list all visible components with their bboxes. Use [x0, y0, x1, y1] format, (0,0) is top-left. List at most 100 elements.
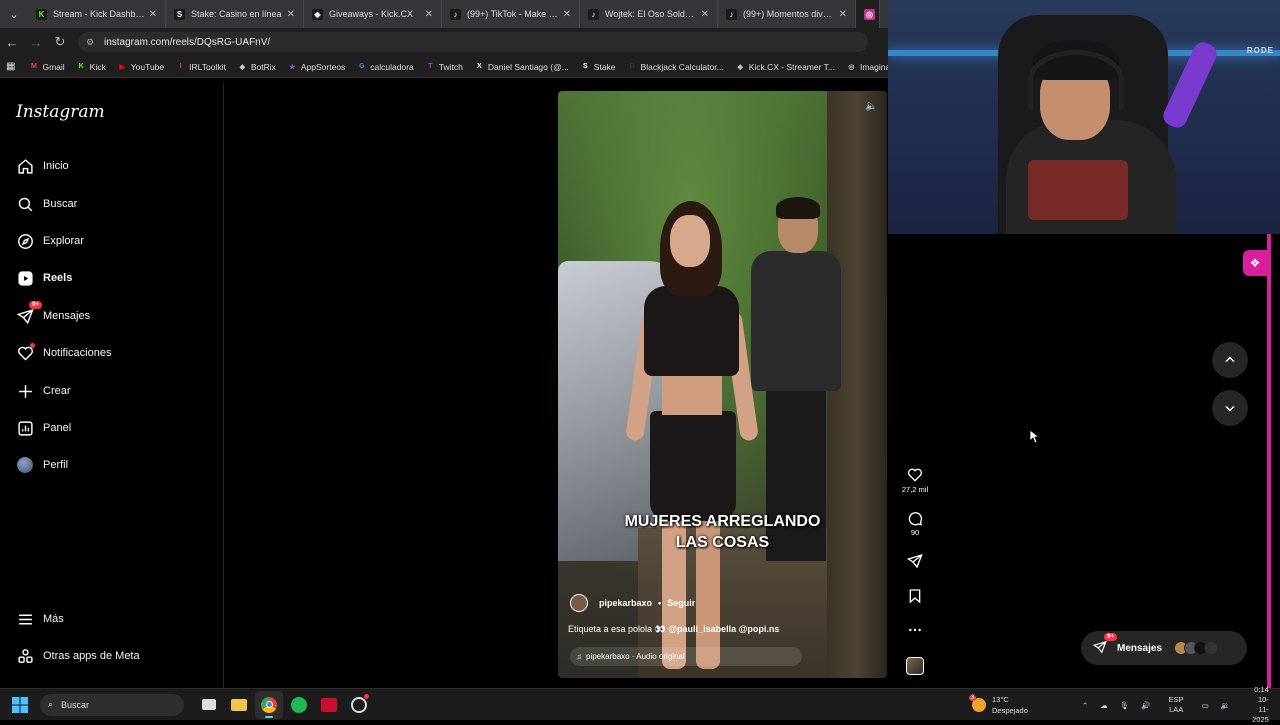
address-bar[interactable]: ⚙ instagram.com/reels/DQsRG-UAFnV/ [78, 32, 868, 52]
nav-buscar[interactable]: Buscar [16, 192, 77, 216]
bookmark-item[interactable]: Gcalculadora [357, 62, 414, 72]
save-action[interactable] [900, 588, 930, 606]
tab-title: Stake: Casino en línea [191, 9, 282, 19]
nav-label: Reels [43, 272, 73, 284]
obs-icon[interactable] [345, 691, 373, 719]
browser-tab[interactable]: S Stake: Casino en línea ✕ [166, 0, 304, 28]
back-button[interactable]: ← [0, 28, 24, 56]
bookmark-item[interactable]: S Stake [581, 62, 616, 72]
browser-tab[interactable]: ◈ Giveaways - Kick.CX ✕ [304, 0, 442, 28]
reels-icon [16, 269, 34, 287]
nav-notificaciones[interactable]: Notificaciones [16, 341, 111, 365]
forward-button[interactable]: → [24, 28, 48, 56]
nav-meta-apps[interactable]: Otras apps de Meta [16, 644, 140, 668]
bookmark-item[interactable]: ▶ YouTube [118, 62, 165, 72]
system-tray: ⌃ ☁ 🎙 🔊 ESP LAA ▭ 🔉 0:14 10-11-2025 [1076, 685, 1280, 724]
description-tags[interactable]: @pauli_isabella @popi.ns [668, 624, 779, 634]
volume-icon[interactable]: 🔈 [865, 101, 877, 113]
like-action[interactable]: 27,2 mil [900, 467, 930, 494]
messages-pill-label: Mensajes [1117, 642, 1163, 654]
chevron-up-icon[interactable]: ⌃ [1082, 701, 1088, 710]
comment-action[interactable]: 90 [900, 510, 930, 537]
taskbar-search[interactable]: ⌕ Buscar [40, 693, 184, 716]
nav-perfil[interactable]: Perfil [16, 453, 68, 477]
bookmark-label: Gmail [42, 61, 65, 72]
instagram-logo[interactable]: Instagram [16, 102, 105, 122]
nav-panel[interactable]: Panel [16, 416, 71, 440]
nav-reels[interactable]: Reels [16, 266, 72, 290]
speaker-icon[interactable]: 🔊 [1141, 701, 1150, 710]
follow-button[interactable]: Seguir [667, 598, 695, 608]
tab-search-chevron-icon[interactable]: ⌄ [0, 0, 28, 28]
bookmark-item[interactable]: B Blackjack Calculator... [628, 62, 724, 72]
tab-close-icon[interactable]: ✕ [563, 9, 571, 20]
nav-mas[interactable]: Más [16, 607, 64, 631]
microphone-icon[interactable]: 🎙 [1120, 701, 1130, 710]
clock[interactable]: 0:14 10-11-2025 [1246, 685, 1275, 725]
browser-tab[interactable]: ◎(9 [856, 0, 880, 28]
bookmark-item[interactable]: ★ AppSorteos [288, 62, 345, 72]
reel-video[interactable]: 🔈 MUJERES ARREGLANDO LAS COSAS pipekarba… [558, 91, 887, 678]
author-avatar[interactable] [570, 594, 588, 612]
author-separator: • [658, 598, 662, 608]
nav-inicio[interactable]: Inicio [16, 154, 69, 178]
nav-mensajes[interactable]: 9+ Mensajes [16, 301, 90, 328]
tab-close-icon[interactable]: ✕ [287, 9, 295, 20]
windows-taskbar: ⌕ Buscar 3 13°C Despejado ⌃ ☁ 🎙 🔊 ESP LA… [0, 685, 1280, 724]
nav-label: Explorar [43, 235, 84, 247]
browser-tab[interactable]: K Stream - Kick Dashboard ✕ [28, 0, 166, 28]
messenger-icon: 9+ [16, 301, 42, 325]
bookmark-item[interactable]: X Daniel Santiago (@... [475, 62, 569, 72]
chrome-icon[interactable] [255, 690, 283, 719]
taskbar-search-label: Buscar [61, 699, 90, 710]
audio-label: pipekarbaxo · Audio original [586, 652, 685, 661]
start-button[interactable] [0, 689, 40, 721]
weather-widget[interactable]: 3 13°C Despejado [969, 689, 1028, 721]
diamond-icon: ❖ [1249, 256, 1261, 270]
nav-explorar[interactable]: Explorar [16, 229, 84, 253]
audio-thumbnail[interactable] [900, 657, 930, 675]
tab-close-icon[interactable]: ✕ [149, 9, 157, 20]
next-reel-button[interactable] [1212, 390, 1248, 426]
weather-sun-icon: 3 [969, 695, 986, 712]
extension-button[interactable]: ❖ [1243, 250, 1267, 276]
nav-label: Otras apps de Meta [43, 650, 140, 662]
bookmark-favicon-icon: B [629, 63, 635, 70]
messages-pill[interactable]: 9+ Mensajes [1081, 631, 1247, 665]
cloud-icon[interactable]: ☁ [1100, 701, 1108, 710]
bookmark-item[interactable]: I IRLToolkit [176, 62, 226, 72]
browser-tab[interactable]: ♪ Wojtek: El Oso Soldado d ✕ [580, 0, 718, 28]
nav-crear[interactable]: Crear [16, 379, 71, 403]
display-icon[interactable]: ▭ [1202, 701, 1209, 710]
volume-icon[interactable]: 🔉 [1221, 701, 1230, 710]
tab-close-icon[interactable]: ✕ [839, 9, 847, 20]
site-info-icon[interactable]: ⚙ [86, 37, 96, 47]
heart-icon [907, 468, 923, 482]
spotify-icon[interactable] [285, 691, 313, 719]
browser-tab[interactable]: ♪ (99+) TikTok - Make Your ✕ [442, 0, 580, 28]
apps-grid-icon[interactable]: ▦ [6, 61, 15, 72]
tab-close-icon[interactable]: ✕ [425, 9, 433, 20]
bookmark-item[interactable]: T Twitch [426, 62, 463, 72]
bookmark-item[interactable]: M Gmail [29, 61, 65, 72]
tab-close-icon[interactable]: ✕ [701, 9, 709, 20]
share-action[interactable] [900, 553, 930, 571]
language-indicator[interactable]: ESP LAA [1163, 695, 1190, 715]
previous-reel-button[interactable] [1212, 342, 1248, 378]
bookmark-item[interactable]: K Kick [77, 62, 106, 72]
bookmark-item[interactable]: ◈ Kick.CX - Streamer T... [736, 62, 835, 72]
task-view-icon[interactable] [195, 691, 223, 719]
bookmarks-bar: ▦ M Gmail K Kick ▶ YouTube I IRLToolkit ◆ BotRix ★… [0, 56, 917, 78]
browser-tab[interactable]: ♪ (99+) Momentos divertid ✕ [718, 0, 856, 28]
home-icon [16, 157, 34, 175]
bookmark-favicon-icon: ▶ [119, 63, 125, 71]
reload-button[interactable]: ↻ [48, 28, 72, 56]
bookmark-item[interactable]: ◆ BotRix [238, 62, 276, 72]
file-explorer-icon[interactable] [225, 691, 253, 719]
webcam-overlay: RODE [888, 0, 1280, 234]
audio-chip[interactable]: ♫ pipekarbaxo · Audio original [570, 647, 802, 666]
streaming-app-icon[interactable] [315, 691, 343, 719]
reel-caption: MUJERES ARREGLANDO LAS COSAS [558, 511, 887, 553]
author-name[interactable]: pipekarbaxo [599, 598, 652, 608]
more-options-action[interactable] [900, 622, 930, 640]
